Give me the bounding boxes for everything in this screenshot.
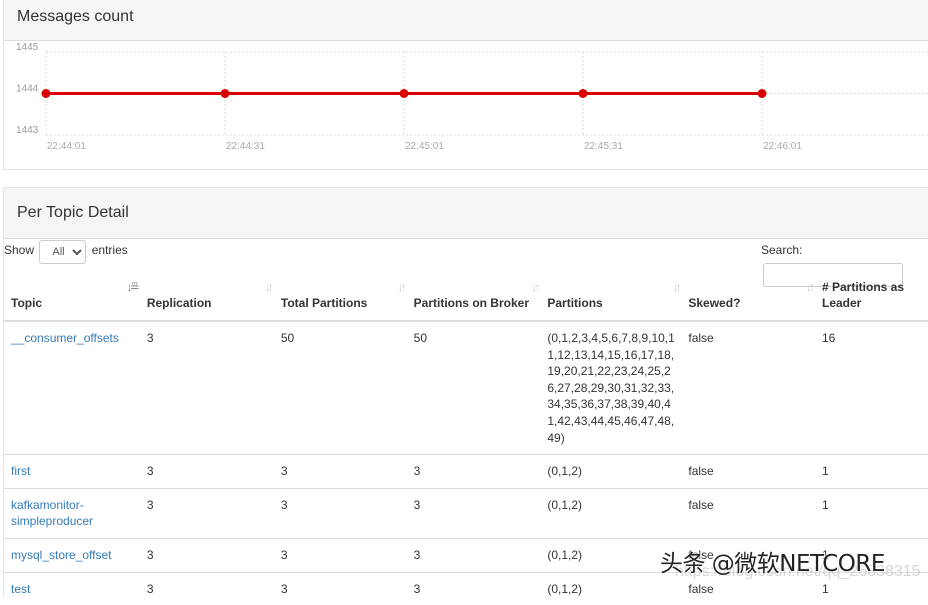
x-tick-label: 22:45:01 (405, 141, 444, 152)
search-label: Search: (761, 243, 803, 257)
column-header-skewed[interactable]: Skewed? ↓↑ (681, 272, 815, 322)
data-point (220, 89, 230, 98)
cell-total-partitions: 3 (273, 454, 407, 489)
per-topic-detail-panel: Per Topic Detail Show All entries Search… (3, 187, 928, 605)
y-tick-label: 1445 (16, 42, 39, 53)
cell-partitions: (0,1,2) (540, 454, 682, 489)
column-header-replication[interactable]: Replication ↓↑ (139, 272, 274, 322)
cell-leader-count: 1 (815, 454, 928, 489)
topic-link[interactable]: kafkamonitor-simpleproducer (11, 497, 129, 530)
sort-icon: ↓↑ (397, 280, 407, 294)
entries-select[interactable]: All (39, 240, 87, 264)
show-label: Show (4, 243, 35, 257)
cell-replication: 3 (139, 487, 274, 539)
column-header-partitions-as-leader[interactable]: # Partitions as Leader (815, 272, 928, 322)
cell-topic: first (4, 454, 140, 489)
sort-icon: ↓↑ (531, 280, 540, 294)
y-tick-label: 1444 (16, 84, 39, 95)
messages-count-panel: Messages count 1445 1444 1443 22:44:01 22:44… (3, 0, 928, 170)
cell-skewed: false (681, 320, 815, 455)
cell-topic: __consumer_offsets (4, 320, 140, 455)
table-row: first 3 3 3 (0,1,2) false 1 (4, 454, 928, 489)
cell-total-partitions: 50 (273, 320, 407, 455)
y-tick-label: 1443 (16, 125, 39, 136)
cell-topic: mysql_store_offset (4, 537, 140, 573)
table-controls: Show All entries Search: (4, 239, 928, 287)
page-length-control: Show All entries (4, 239, 128, 264)
cell-partitions: (0,1,2) (540, 487, 682, 539)
cell-partitions-on-broker: 3 (406, 454, 541, 489)
x-tick-label: 22:45:31 (584, 141, 623, 152)
column-header-partitions[interactable]: Partitions ↓↑ (540, 272, 682, 322)
cell-leader-count: 16 (815, 320, 928, 455)
data-point (757, 89, 767, 98)
sort-icon: ↓↑ (672, 280, 681, 294)
x-tick-label: 22:44:01 (47, 141, 86, 152)
table-row: kafkamonitor-simpleproducer 3 3 3 (0,1,2… (4, 487, 928, 539)
data-point (41, 89, 51, 98)
cell-topic: kafkamonitor-simpleproducer (4, 487, 140, 539)
cell-total-partitions: 3 (273, 537, 407, 573)
x-tick-label: 22:46:01 (763, 141, 802, 152)
sort-icon: ↓↑ (806, 280, 815, 294)
entries-label: entries (91, 243, 128, 257)
cell-partitions: (0,1,2,3,4,5,6,7,8,9,10,11,12,13,14,15,1… (540, 320, 682, 455)
sort-ascending-icon: ↓≞ (126, 280, 140, 294)
watermark: 头条 @微软NETCORE (660, 551, 885, 577)
data-point (578, 89, 588, 98)
cell-partitions-on-broker: 50 (406, 320, 541, 455)
cell-replication: 3 (139, 454, 274, 489)
sort-icon: ↓↑ (264, 280, 274, 294)
column-header-topic[interactable]: Topic ↓≞ (4, 272, 140, 322)
panel-title: Messages count (4, 0, 928, 41)
cell-partitions-on-broker: 3 (406, 487, 541, 539)
column-header-total-partitions[interactable]: Total Partitions ↓↑ (273, 272, 407, 322)
cell-total-partitions: 3 (273, 487, 407, 539)
topic-link[interactable]: first (11, 464, 30, 478)
x-tick-label: 22:44:31 (226, 141, 265, 152)
cell-skewed: false (681, 487, 815, 539)
cell-skewed: false (681, 454, 815, 489)
cell-partitions-on-broker: 3 (406, 537, 541, 573)
table-row: __consumer_offsets 3 50 50 (0,1,2,3,4,5,… (4, 320, 928, 455)
cell-replication: 3 (139, 320, 274, 455)
topic-link[interactable]: __consumer_offsets (11, 331, 119, 345)
data-point (399, 89, 409, 98)
topic-link[interactable]: mysql_store_offset (11, 548, 112, 562)
messages-count-chart: 1445 1444 1443 22:44:01 22:44:31 22:45:01 22:4… (16, 42, 928, 152)
cell-replication: 3 (139, 537, 274, 573)
cell-leader-count: 1 (815, 487, 928, 539)
table-header-row: Topic ↓≞ Replication ↓↑ Total Partitions ↓↑… (4, 272, 928, 322)
panel-title: Per Topic Detail (4, 188, 928, 239)
column-header-partitions-on-broker[interactable]: Partitions on Broker ↓↑ (406, 272, 541, 322)
